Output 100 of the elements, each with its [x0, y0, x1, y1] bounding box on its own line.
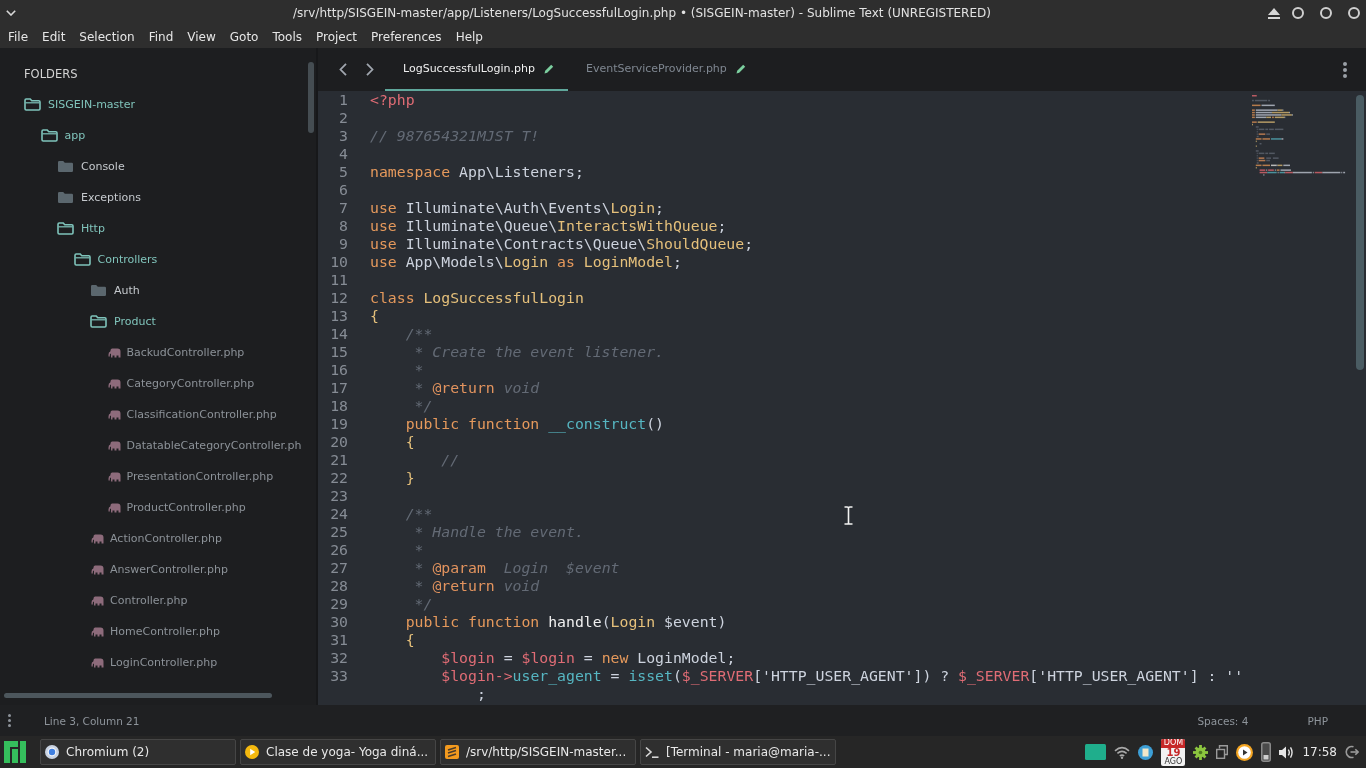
line-number: 19	[330, 415, 348, 432]
speaker-icon[interactable]	[1279, 745, 1295, 759]
tree-item[interactable]: Controller.php	[90, 585, 188, 616]
terminal-icon	[645, 745, 659, 759]
wifi-icon[interactable]	[1114, 745, 1131, 759]
tree-item[interactable]: ProductController.php	[106, 492, 246, 523]
minimap[interactable]	[1252, 95, 1346, 176]
eject-icon[interactable]	[1268, 7, 1280, 19]
line-number: 16	[330, 361, 348, 378]
menu-item[interactable]: File	[1, 26, 36, 48]
scrollbar[interactable]	[1356, 95, 1364, 370]
battery-icon[interactable]	[1261, 742, 1272, 762]
tree-item[interactable]: ClassificationController.php	[106, 399, 277, 430]
tree-item[interactable]: BackudController.php	[106, 337, 245, 368]
ring-icon[interactable]	[1292, 7, 1304, 19]
taskbar-button[interactable]: Chromium (2)	[40, 739, 236, 765]
elephant-icon	[107, 471, 121, 482]
menu-item[interactable]: Find	[141, 26, 181, 48]
code-line: $login->user_agent = isset($_SERVER['HTTP_USER_AGENT']) ? $_SERVER['HTTP_USER_AGENT'] : ''	[441, 667, 1244, 685]
calendar-weekday: DOM	[1161, 738, 1186, 748]
code-line: use Illuminate\Auth\Events\Login;	[370, 199, 664, 217]
menu-item[interactable]: Project	[309, 26, 365, 48]
line-number: 4	[339, 145, 348, 162]
tree-item[interactable]: AnswerController.php	[90, 554, 229, 585]
menu-item[interactable]: Preferences	[364, 26, 449, 48]
calendar-tile[interactable]: DOM 19 AGO	[1161, 738, 1186, 766]
line-number: 27	[330, 559, 348, 576]
logout-icon[interactable]	[1345, 745, 1359, 759]
chevron-left-icon[interactable]	[339, 63, 347, 76]
menu-item[interactable]: View	[180, 26, 223, 48]
sidebar-heading: FOLDERS	[24, 66, 78, 83]
taskbar-button[interactable]: [Terminal - maria@maria-...	[640, 739, 836, 765]
line-number: 9	[339, 235, 348, 252]
code-line: class LogSuccessfulLogin	[370, 289, 584, 307]
tree-item[interactable]: Auth	[90, 275, 140, 306]
line-number: 13	[330, 307, 348, 324]
code-line: *	[414, 541, 424, 559]
code-line: use Illuminate\Contracts\Queue\ShouldQueue;	[370, 235, 754, 253]
line-number: 22	[330, 469, 348, 486]
line-number: 28	[330, 577, 348, 594]
tree-item[interactable]: Console	[57, 151, 125, 182]
line-number: 12	[330, 289, 348, 306]
play-icon	[245, 745, 259, 759]
elephant-icon	[91, 595, 104, 606]
code-line: {	[370, 307, 379, 325]
line-number: 26	[330, 541, 348, 558]
calendar-day: 19	[1166, 747, 1181, 758]
tree-item[interactable]: DatatableCategoryController.ph	[106, 430, 302, 461]
dots-menu-icon[interactable]	[1343, 61, 1347, 78]
code-line: <?php	[370, 91, 415, 109]
play-icon[interactable]	[1236, 743, 1254, 761]
gear-icon[interactable]	[1193, 744, 1209, 760]
line-number: 29	[330, 595, 348, 612]
ring-icon[interactable]	[1348, 7, 1360, 19]
cursor-position: Line 3, Column 21	[44, 714, 140, 727]
tree-item[interactable]: Exceptions	[57, 182, 141, 213]
menu-item[interactable]: Selection	[72, 26, 142, 48]
chevron-right-icon[interactable]	[366, 63, 374, 76]
tree-item[interactable]: HomeController.php	[90, 616, 221, 647]
tree-item[interactable]: SISGEIN-master	[24, 89, 135, 120]
tree-item[interactable]: Controllers	[73, 244, 158, 275]
code-line: {	[405, 631, 415, 649]
elephant-icon	[107, 440, 121, 451]
ring-icon[interactable]	[1320, 7, 1332, 19]
display-icon[interactable]	[1085, 744, 1107, 760]
tree-item[interactable]: ActionController.php	[90, 523, 222, 554]
tree-item[interactable]: CategoryController.php	[106, 368, 255, 399]
syntax-setting[interactable]: PHP	[1307, 714, 1328, 727]
taskbar-button[interactable]: Clase de yoga- Yoga diná...	[240, 739, 436, 765]
scrollbar[interactable]	[308, 62, 314, 133]
line-number: 10	[330, 253, 348, 270]
line-number: 30	[330, 613, 348, 630]
line-number: 6	[339, 181, 348, 198]
tree-item[interactable]: Http	[57, 213, 105, 244]
menu-item[interactable]: Edit	[35, 26, 73, 48]
copy-icon[interactable]	[1216, 745, 1229, 759]
blocks-logo-icon[interactable]	[4, 741, 26, 763]
tree-item[interactable]: Product	[90, 306, 156, 337]
tree-item[interactable]: app	[40, 120, 86, 151]
taskbar-button[interactable]: /srv/http/SISGEIN-master...	[440, 739, 636, 765]
line-number: 21	[330, 451, 348, 468]
tree-item[interactable]: PresentationController.php	[106, 461, 274, 492]
code-line: * @return void	[414, 379, 540, 397]
menu-item[interactable]: Goto	[222, 26, 266, 48]
line-number: 33	[330, 667, 348, 684]
chevron-down-icon[interactable]	[6, 10, 16, 16]
line-number: 2	[339, 109, 348, 126]
tree-item[interactable]: LoginController.php	[90, 647, 218, 678]
tab[interactable]: EventServiceProvider.php	[567, 48, 760, 91]
menu-item[interactable]: Tools	[265, 26, 309, 48]
line-number: 5	[339, 163, 348, 180]
dots-icon[interactable]	[8, 714, 11, 727]
menu-item[interactable]: Help	[448, 26, 490, 48]
code-line: public function __construct()	[405, 415, 664, 433]
document-icon[interactable]	[1138, 744, 1154, 760]
code-line: //	[441, 451, 460, 469]
clock[interactable]: 17:58	[1302, 745, 1337, 759]
line-number: 24	[330, 505, 348, 522]
scrollbar[interactable]	[4, 693, 272, 698]
indentation-setting[interactable]: Spaces: 4	[1197, 714, 1249, 727]
